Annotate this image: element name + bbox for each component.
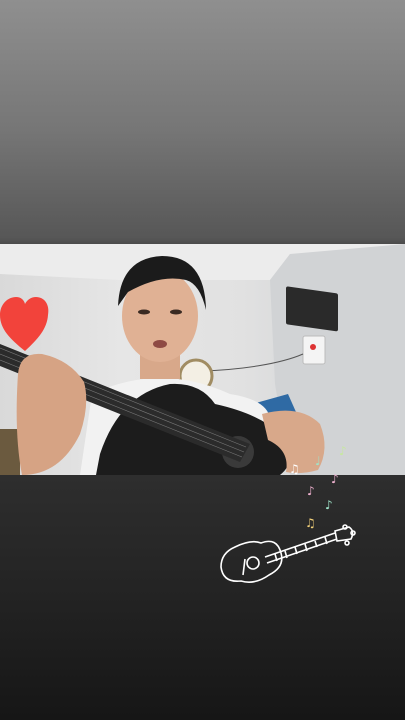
svg-text:♪: ♪ (307, 484, 315, 498)
svg-text:♫: ♫ (305, 516, 316, 530)
svg-text:♪: ♪ (325, 498, 333, 512)
music-notes-icon: ♪ ♩ ♫ ♪ ♪ ♪ ♫ (289, 444, 347, 530)
tv-icon (286, 286, 338, 332)
svg-text:♫: ♫ (289, 462, 300, 476)
svg-text:♪: ♪ (331, 472, 339, 486)
power-light-icon (310, 344, 316, 350)
right-eye (170, 309, 182, 315)
left-eye (138, 309, 150, 315)
shelf (0, 429, 20, 475)
heart-icon (0, 297, 49, 351)
fretting-hand (16, 353, 87, 475)
wall-socket-icon (302, 335, 326, 365)
svg-text:♪: ♪ (339, 444, 347, 458)
svg-text:♩: ♩ (315, 454, 321, 468)
ukulele-drawing (220, 524, 356, 583)
ukulele-sticker-icon: ♪ ♩ ♫ ♪ ♪ ♪ ♫ (220, 444, 356, 583)
mouth (153, 340, 167, 348)
